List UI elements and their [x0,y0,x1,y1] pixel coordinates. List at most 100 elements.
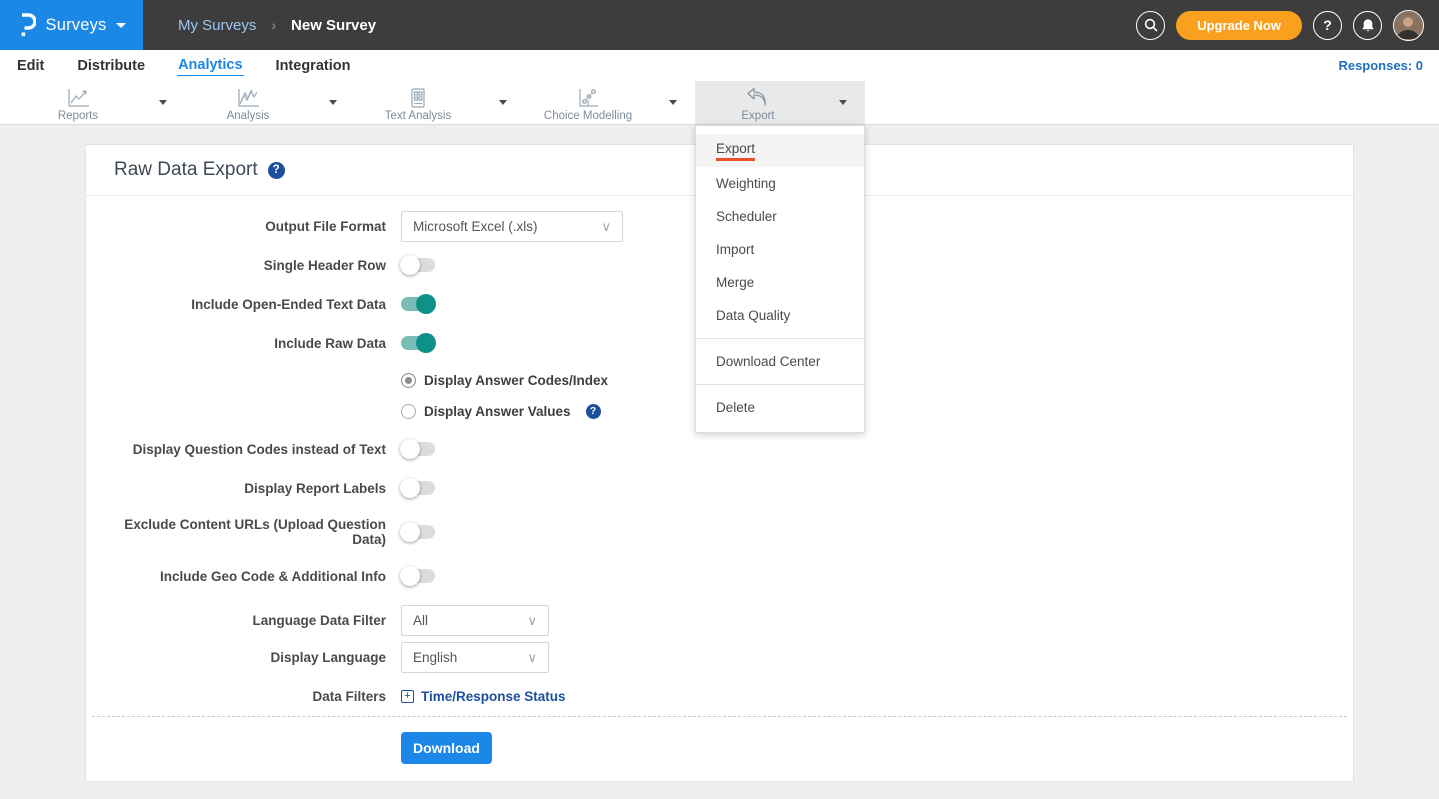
notifications-button[interactable] [1353,11,1382,40]
display-language-label: Display Language [114,650,386,665]
include-raw-data-label: Include Raw Data [114,336,386,351]
question-codes-toggle[interactable] [401,442,435,456]
bell-icon [1361,18,1375,33]
include-raw-data-toggle[interactable] [401,336,435,350]
tool-choice-modelling-dropdown[interactable] [651,81,695,124]
breadcrumb-separator-icon: › [271,17,276,33]
output-file-format-value: Microsoft Excel (.xls) [413,219,538,234]
tab-distribute[interactable]: Distribute [76,56,146,76]
radio-display-answer-codes[interactable]: Display Answer Codes/Index [401,373,608,388]
topbar-actions: Upgrade Now ? [1136,10,1439,41]
questionpro-logo-icon [17,12,36,38]
report-labels-label: Display Report Labels [114,481,386,496]
product-switcher[interactable]: Surveys [0,0,143,50]
time-response-status-link[interactable]: + Time/Response Status [401,689,566,704]
responses-count: Responses: 0 [1338,58,1423,73]
toggle-knob [400,566,420,586]
language-data-filter-select[interactable]: All ∨ [401,605,549,636]
breadcrumb-current-survey: New Survey [291,17,376,34]
export-arrow-icon [745,87,771,109]
toggle-knob [400,439,420,459]
chevron-down-icon [499,100,507,105]
multi-line-chart-icon [235,87,261,109]
output-file-format-label: Output File Format [114,219,386,234]
chevron-down-icon: ∨ [527,650,537,666]
chevron-down-icon [116,23,126,28]
tool-group-choice-modelling: Choice Modelling [525,81,695,124]
include-open-ended-label: Include Open-Ended Text Data [114,297,386,312]
tool-reports[interactable]: Reports [15,81,141,124]
tab-analytics[interactable]: Analytics [177,55,243,76]
tab-edit[interactable]: Edit [16,56,45,76]
tool-label: Choice Modelling [544,110,632,122]
toggle-knob [400,255,420,275]
tool-export-dropdown[interactable] [821,81,865,124]
document-grid-icon [407,87,429,109]
single-header-row-toggle[interactable] [401,258,435,272]
question-codes-label: Display Question Codes instead of Text [114,442,386,457]
help-icon[interactable]: ? [586,404,601,419]
scatter-chart-icon [576,87,600,109]
tool-label: Reports [58,110,98,122]
chevron-down-icon [329,100,337,105]
exclude-content-urls-label: Exclude Content URLs (Upload Question Da… [114,517,386,547]
tab-integration[interactable]: Integration [275,56,352,76]
geo-code-toggle[interactable] [401,569,435,583]
geo-code-label: Include Geo Code & Additional Info [114,569,386,584]
tool-text-analysis-dropdown[interactable] [481,81,525,124]
tool-label: Text Analysis [385,110,451,122]
data-filters-label: Data Filters [114,689,386,704]
report-labels-toggle[interactable] [401,481,435,495]
search-icon [1144,18,1158,32]
menu-item-delete[interactable]: Delete [696,391,864,424]
search-button[interactable] [1136,11,1165,40]
single-header-row-label: Single Header Row [114,258,386,273]
tool-analysis[interactable]: Analysis [185,81,311,124]
product-label: Surveys [45,16,106,35]
language-data-filter-value: All [413,613,428,628]
radio-selected-icon [401,373,416,388]
tool-choice-modelling[interactable]: Choice Modelling [525,81,651,124]
tool-group-export: Export [695,81,865,124]
plus-icon: + [401,690,414,703]
radio-display-answer-values[interactable]: Display Answer Values ? [401,404,601,419]
upgrade-now-button[interactable]: Upgrade Now [1176,11,1302,40]
chevron-down-icon [669,100,677,105]
menu-item-weighting[interactable]: Weighting [696,167,864,200]
menu-item-scheduler[interactable]: Scheduler [696,200,864,233]
analytics-toolbar: Reports Analysis Text Analysis [0,81,1439,125]
question-mark-icon: ? [1323,17,1332,33]
include-open-ended-toggle[interactable] [401,297,435,311]
tool-reports-dropdown[interactable] [141,81,185,124]
menu-item-import[interactable]: Import [696,233,864,266]
help-button[interactable]: ? [1313,11,1342,40]
chevron-down-icon [839,100,847,105]
menu-item-export[interactable]: Export [696,134,864,167]
display-language-value: English [413,650,457,665]
topbar: Surveys My Surveys › New Survey Upgrade … [0,0,1439,50]
user-avatar[interactable] [1393,10,1424,41]
download-row: Download [86,717,1353,781]
tool-label: Export [741,110,774,122]
line-chart-icon [65,87,91,109]
menu-item-data-quality[interactable]: Data Quality [696,299,864,332]
toggle-knob [416,333,436,353]
output-file-format-select[interactable]: Microsoft Excel (.xls) ∨ [401,211,623,242]
menu-divider [696,384,864,385]
tool-text-analysis[interactable]: Text Analysis [355,81,481,124]
display-language-select[interactable]: English ∨ [401,642,549,673]
toggle-knob [416,294,436,314]
page-title: Raw Data Export [114,159,258,181]
tool-analysis-dropdown[interactable] [311,81,355,124]
chevron-down-icon: ∨ [527,613,537,629]
chevron-down-icon [159,100,167,105]
help-icon[interactable]: ? [268,162,285,179]
menu-item-download-center[interactable]: Download Center [696,345,864,378]
download-button[interactable]: Download [401,732,492,764]
breadcrumb-my-surveys[interactable]: My Surveys [178,17,256,34]
menu-item-merge[interactable]: Merge [696,266,864,299]
export-menu: Export Weighting Scheduler Import Merge … [695,125,865,433]
time-response-status-text: Time/Response Status [421,689,566,704]
exclude-content-urls-toggle[interactable] [401,525,435,539]
tool-export[interactable]: Export [695,81,821,124]
